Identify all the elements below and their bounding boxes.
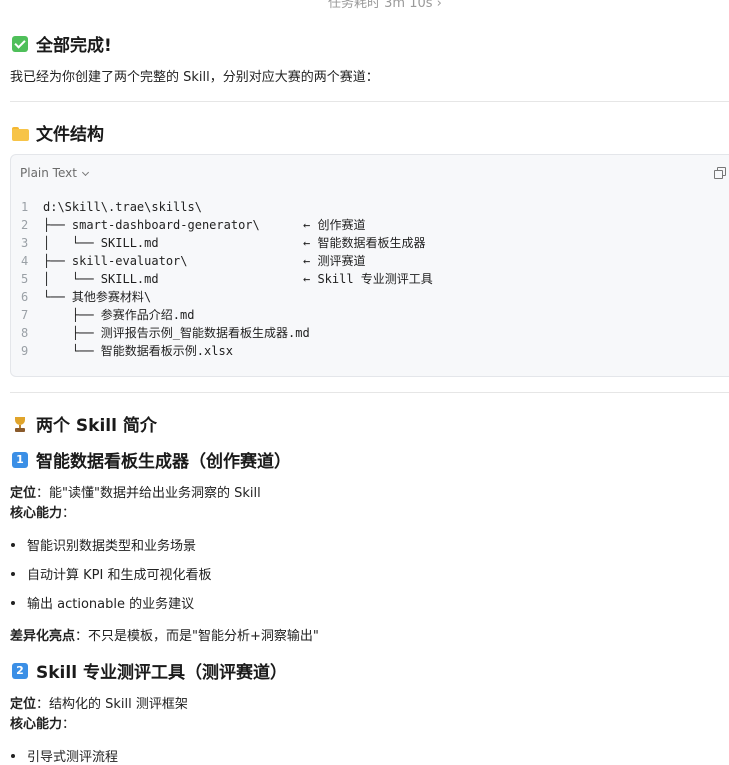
code-lines: 1 d:\Skill\.trae\skills\ 2 ├── smart-das… <box>21 198 433 360</box>
file-structure-heading-text: 文件结构 <box>36 125 104 145</box>
file-structure-heading: 文件结构 <box>12 120 104 145</box>
code-line: 8 ├── 测评报告示例_智能数据看板生成器.md <box>21 324 433 342</box>
list-item: 输出 actionable 的业务建议 <box>10 593 194 612</box>
bullet-dot <box>11 571 15 576</box>
line-number: 3 <box>21 236 29 250</box>
code-line: 2 ├── smart-dashboard-generator\ ← 创作赛道 <box>21 216 433 234</box>
list-item: 自动计算 KPI 和生成可视化看板 <box>10 564 211 583</box>
position-label: 定位 <box>10 486 37 501</box>
list-item: 引导式测评流程 <box>10 746 118 765</box>
highlight-text: ：不只是模板，而是"智能分析+洞察输出" <box>75 629 319 644</box>
skill2-core: 核心能力： <box>10 713 75 732</box>
code-line: 7 ├── 参赛作品介绍.md <box>21 306 433 324</box>
skill1-highlight: 差异化亮点：不只是模板，而是"智能分析+洞察输出" <box>10 625 319 644</box>
core-suffix: ： <box>62 717 76 732</box>
trophy-icon <box>12 416 28 432</box>
line-number: 6 <box>21 290 29 304</box>
line-number: 8 <box>21 326 29 340</box>
list-item-text: 输出 actionable 的业务建议 <box>27 597 195 612</box>
skills-heading-text: 两个 Skill 简介 <box>36 416 157 436</box>
code-comment: ← Skill 专业测评工具 <box>303 272 433 286</box>
code-language-selector[interactable]: Plain Text <box>20 166 89 180</box>
done-heading-text: 全部完成! <box>36 36 112 56</box>
code-text: ├── skill-evaluator\ <box>43 254 188 268</box>
list-item-text: 智能识别数据类型和业务场景 <box>27 539 197 554</box>
code-comment: ← 创作赛道 <box>303 218 366 232</box>
list-item-text: 自动计算 KPI 和生成可视化看板 <box>27 568 212 583</box>
code-line: 3 │ └── SKILL.md ← 智能数据看板生成器 <box>21 234 433 252</box>
code-text: d:\Skill\.trae\skills\ <box>43 200 202 214</box>
bullet-dot <box>11 542 15 547</box>
highlight-label: 差异化亮点 <box>10 629 76 644</box>
bullet-dot <box>11 753 15 758</box>
list-item: 智能识别数据类型和业务场景 <box>10 535 196 554</box>
position-label: 定位 <box>10 697 37 712</box>
core-label: 核心能力 <box>10 717 63 732</box>
code-line: 1 d:\Skill\.trae\skills\ <box>21 198 433 216</box>
intro-text: 我已经为你创建了两个完整的 Skill，分别对应大赛的两个赛道： <box>10 70 379 85</box>
done-heading: 全部完成! <box>12 31 112 56</box>
position-text: ：能"读懂"数据并给出业务洞察的 Skill <box>36 486 261 501</box>
copy-icon[interactable] <box>714 167 726 179</box>
code-text: │ └── SKILL.md <box>43 272 159 286</box>
code-comment: ← 测评赛道 <box>303 254 366 268</box>
core-label: 核心能力 <box>10 506 63 521</box>
code-text: └── 智能数据看板示例.xlsx <box>43 344 233 358</box>
keycap-one-icon: 1 <box>12 451 28 468</box>
code-text: ├── 测评报告示例_智能数据看板生成器.md <box>43 326 310 340</box>
folder-icon <box>12 125 29 141</box>
line-number: 9 <box>21 344 29 358</box>
code-text: └── 其他参赛材料\ <box>43 290 152 304</box>
code-line: 6 └── 其他参赛材料\ <box>21 288 433 306</box>
line-number: 5 <box>21 272 29 286</box>
skills-heading: 两个 Skill 简介 <box>12 411 157 436</box>
line-number: 7 <box>21 308 29 322</box>
divider <box>10 101 729 102</box>
check-mark-icon <box>12 35 28 52</box>
list-item-text: 引导式测评流程 <box>27 750 119 765</box>
task-duration-link[interactable]: 任务耗时 3m 10s › <box>328 0 442 11</box>
code-line: 9 └── 智能数据看板示例.xlsx <box>21 342 433 360</box>
code-line: 5 │ └── SKILL.md ← Skill 专业测评工具 <box>21 270 433 288</box>
position-text: ：结构化的 Skill 测评框架 <box>36 697 188 712</box>
skill1-position: 定位：能"读懂"数据并给出业务洞察的 Skill <box>10 482 261 501</box>
keycap-two-icon: 2 <box>12 662 28 679</box>
bullet-dot <box>11 600 15 605</box>
code-text: ├── smart-dashboard-generator\ <box>43 218 260 232</box>
skill1-heading-text: 智能数据看板生成器（创作赛道） <box>36 452 291 472</box>
code-comment: ← 智能数据看板生成器 <box>303 236 426 250</box>
code-text: ├── 参赛作品介绍.md <box>43 308 195 322</box>
skill2-heading: 2 Skill 专业测评工具（测评赛道） <box>12 658 287 683</box>
core-suffix: ： <box>62 506 76 521</box>
code-language-label: Plain Text <box>20 166 77 180</box>
code-block: Plain Text 1 d:\Skill\.trae\skills\ 2 ├─… <box>10 154 729 377</box>
divider <box>10 392 729 393</box>
line-number: 1 <box>21 200 29 214</box>
skill1-heading: 1 智能数据看板生成器（创作赛道） <box>12 447 291 472</box>
skill2-position: 定位：结构化的 Skill 测评框架 <box>10 693 188 712</box>
line-number: 2 <box>21 218 29 232</box>
code-text: │ └── SKILL.md <box>43 236 159 250</box>
skill2-heading-text: Skill 专业测评工具（测评赛道） <box>36 663 287 683</box>
code-line: 4 ├── skill-evaluator\ ← 测评赛道 <box>21 252 433 270</box>
skill1-core: 核心能力： <box>10 502 75 521</box>
chevron-down-icon <box>81 168 89 176</box>
line-number: 4 <box>21 254 29 268</box>
